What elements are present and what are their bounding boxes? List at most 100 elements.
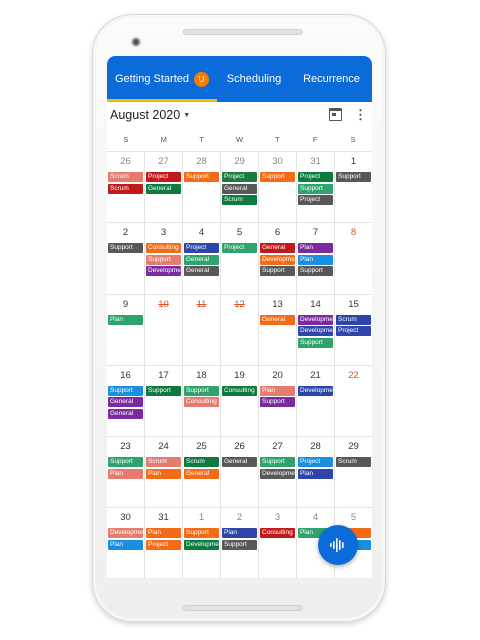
- event-chip[interactable]: Plan: [222, 528, 257, 539]
- event-chip[interactable]: Project: [336, 326, 371, 337]
- day-cell[interactable]: 31 Plan Project: [145, 508, 183, 578]
- day-cell[interactable]: 22: [335, 366, 372, 436]
- event-chip[interactable]: General: [108, 397, 143, 408]
- voice-fab-button[interactable]: [318, 525, 358, 565]
- day-cell[interactable]: 12: [221, 294, 259, 365]
- day-cell[interactable]: 5 Project: [221, 223, 259, 294]
- day-cell[interactable]: 7 Plan Plan Support: [297, 223, 335, 294]
- event-chip[interactable]: Scrum: [336, 457, 371, 468]
- day-cell[interactable]: 30 DevelopmentPlan: [107, 508, 145, 578]
- event-chip[interactable]: Support: [146, 385, 181, 396]
- event-chip[interactable]: Plan: [260, 385, 295, 396]
- event-chip[interactable]: Development: [298, 314, 333, 325]
- event-chip[interactable]: Support: [108, 243, 143, 254]
- day-cell[interactable]: 16 Support General General: [107, 365, 145, 437]
- tab-getting-started[interactable]: Getting Started U: [107, 56, 217, 102]
- event-chip[interactable]: Development: [184, 540, 219, 551]
- event-chip[interactable]: Plan: [298, 468, 333, 479]
- calendar-icon[interactable]: [329, 108, 342, 121]
- event-chip[interactable]: General: [222, 457, 257, 468]
- event-chip[interactable]: General: [184, 266, 219, 277]
- event-chip[interactable]: Support: [260, 266, 295, 277]
- event-chip[interactable]: Project: [146, 172, 181, 182]
- event-chip[interactable]: Support: [184, 385, 219, 396]
- event-chip[interactable]: Project: [298, 172, 333, 182]
- day-cell[interactable]: 1 Support: [335, 152, 372, 222]
- day-cell[interactable]: 14DevelopmentDevelopmentSupport: [297, 294, 335, 365]
- event-chip[interactable]: Plan: [146, 468, 181, 479]
- event-chip[interactable]: Support: [222, 540, 257, 551]
- event-chip[interactable]: Scrum: [336, 314, 371, 325]
- day-cell[interactable]: 26 General: [221, 437, 259, 508]
- day-cell[interactable]: 9 Plan: [107, 294, 145, 365]
- day-cell[interactable]: 6 GeneralDevelopmentSupport: [259, 223, 297, 294]
- day-cell[interactable]: 2 Support: [107, 223, 145, 294]
- event-chip[interactable]: Project: [184, 243, 219, 254]
- event-chip[interactable]: Scrum: [222, 195, 257, 206]
- event-chip[interactable]: Project: [146, 540, 181, 551]
- day-cell[interactable]: 21 Development: [297, 365, 335, 437]
- event-chip[interactable]: Support: [298, 266, 333, 277]
- day-cell[interactable]: 8: [335, 223, 372, 293]
- event-chip[interactable]: Support: [184, 172, 219, 182]
- event-chip[interactable]: Consulting: [146, 243, 181, 254]
- day-cell[interactable]: 24 Scrum Plan: [145, 437, 183, 508]
- day-cell[interactable]: 31 Project Support Project: [297, 152, 335, 223]
- event-chip[interactable]: Support: [260, 457, 295, 468]
- day-cell[interactable]: 1 SupportDevelopment: [183, 508, 221, 578]
- event-chip[interactable]: Support: [260, 397, 295, 408]
- event-chip[interactable]: Scrum: [108, 183, 143, 194]
- event-chip[interactable]: Support: [108, 457, 143, 468]
- event-chip[interactable]: Support: [184, 528, 219, 539]
- day-cell[interactable]: 4 Project General General: [183, 223, 221, 294]
- day-cell[interactable]: 15 Scrum Project: [335, 295, 372, 365]
- day-cell[interactable]: 27 SupportDevelopment: [259, 437, 297, 508]
- event-chip[interactable]: Project: [298, 195, 333, 206]
- event-chip[interactable]: General: [146, 183, 181, 194]
- day-cell[interactable]: 27 Project General: [145, 152, 183, 223]
- event-chip[interactable]: Consulting: [260, 528, 295, 539]
- event-chip[interactable]: Development: [108, 528, 143, 539]
- tab-recurrence[interactable]: Recurrence: [291, 56, 372, 102]
- day-cell[interactable]: 23 Support Plan: [107, 437, 145, 508]
- day-cell[interactable]: 26 Scrum Scrum: [107, 152, 145, 223]
- event-chip[interactable]: Support: [108, 385, 143, 396]
- event-chip[interactable]: Development: [260, 468, 295, 479]
- day-cell[interactable]: 3 ConsultingSupportDevelopment: [145, 223, 183, 294]
- event-chip[interactable]: Plan: [146, 528, 181, 539]
- event-chip[interactable]: Plan: [108, 540, 143, 551]
- event-chip[interactable]: General: [260, 243, 295, 254]
- event-chip[interactable]: Plan: [298, 243, 333, 254]
- day-cell[interactable]: 17 Support: [145, 365, 183, 437]
- event-chip[interactable]: Support: [298, 337, 333, 348]
- event-chip[interactable]: Project: [298, 457, 333, 468]
- event-chip[interactable]: Plan: [108, 468, 143, 479]
- more-vertical-icon[interactable]: ⋮: [354, 107, 367, 123]
- event-chip[interactable]: Support: [146, 254, 181, 265]
- day-cell[interactable]: 19 Consulting: [221, 365, 259, 437]
- event-chip[interactable]: Development: [146, 266, 181, 277]
- event-chip[interactable]: Consulting: [184, 397, 219, 408]
- day-cell[interactable]: 20 Plan Support: [259, 365, 297, 437]
- day-cell[interactable]: 2 Plan Support: [221, 508, 259, 578]
- event-chip[interactable]: Scrum: [184, 457, 219, 468]
- event-chip[interactable]: Consulting: [222, 385, 257, 396]
- day-cell[interactable]: 28 Project Plan: [297, 437, 335, 508]
- event-chip[interactable]: Support: [298, 183, 333, 194]
- tab-scheduling[interactable]: Scheduling: [217, 56, 291, 102]
- day-cell[interactable]: 28 Support: [183, 152, 221, 223]
- day-cell[interactable]: 3 Consulting: [259, 508, 297, 578]
- event-chip[interactable]: Scrum: [108, 172, 143, 182]
- day-cell[interactable]: 29 Project General Scrum: [221, 152, 259, 223]
- event-chip[interactable]: Project: [222, 172, 257, 182]
- event-chip[interactable]: Development: [298, 326, 333, 337]
- event-chip[interactable]: Scrum: [146, 457, 181, 468]
- event-chip[interactable]: General: [184, 468, 219, 479]
- day-cell[interactable]: 10: [145, 294, 183, 365]
- event-chip[interactable]: Project: [222, 243, 257, 254]
- month-selector[interactable]: August 2020 ▼: [110, 108, 190, 122]
- event-chip[interactable]: General: [108, 409, 143, 420]
- event-chip[interactable]: Plan: [108, 314, 143, 325]
- day-cell[interactable]: 29 Scrum: [335, 437, 372, 507]
- event-chip[interactable]: General: [222, 183, 257, 194]
